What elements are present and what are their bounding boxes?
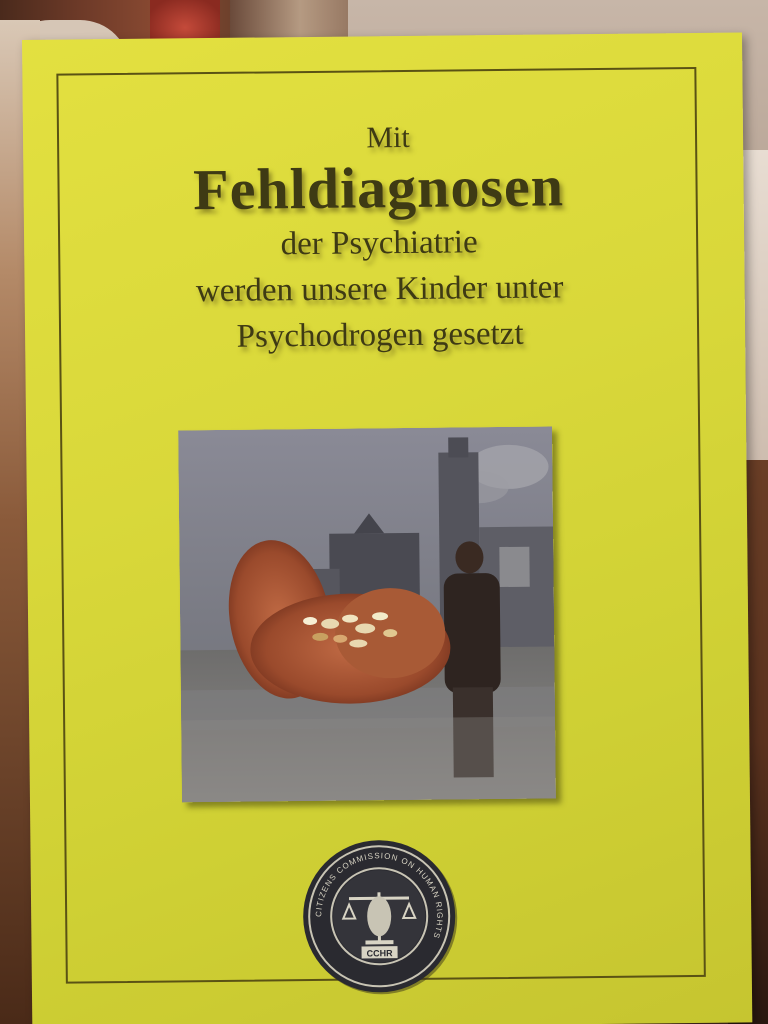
hands-holding-pills-photo [178, 426, 556, 803]
title-main: Fehldiagnosen [192, 153, 565, 223]
cchr-seal-logo: CITIZENS COMMISSION ON HUMAN RIGHTS CCHR [298, 835, 460, 997]
cover-title: Mit Fehldiagnosen der Psychiatrie werden… [23, 117, 735, 362]
photo-scene: Mit Fehldiagnosen der Psychiatrie werden… [0, 0, 768, 1024]
title-line-2: werden unsere Kinder unter [195, 269, 564, 310]
seal-label: CCHR [367, 948, 394, 958]
booklet-cover: Mit Fehldiagnosen der Psychiatrie werden… [22, 32, 753, 1024]
title-line-3: Psychodrogen gesetzt [236, 315, 524, 355]
title-line-1: der Psychiatrie [280, 224, 478, 263]
